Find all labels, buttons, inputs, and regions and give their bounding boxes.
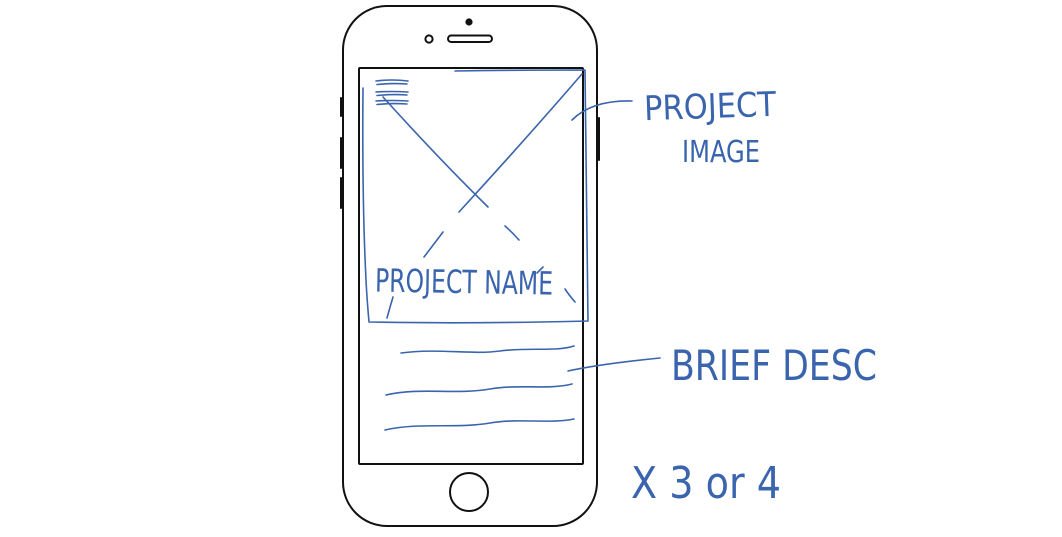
hamburger-menu-icon[interactable]	[375, 79, 409, 106]
label-multiplier: X 3 or 4	[631, 458, 781, 509]
label-project-name: PROJECT NAME	[375, 262, 554, 303]
brief-desc-lines	[384, 345, 575, 431]
desc-line-2	[385, 383, 573, 396]
desc-line-3	[384, 418, 575, 431]
desc-leader-line	[567, 357, 661, 372]
speaker-icon	[447, 34, 493, 43]
label-project-image-line2: IMAGE	[682, 135, 760, 170]
label-brief-desc: BRIEF DESC	[671, 341, 877, 390]
ink-sketch	[362, 69, 661, 431]
wireframe-sketch: PROJECT IMAGE PROJECT NAME BRIEF DESC X …	[340, 5, 877, 527]
annotations: PROJECT IMAGE PROJECT NAME BRIEF DESC X …	[375, 85, 877, 509]
image-leader-line	[571, 100, 633, 121]
desc-line-1	[400, 345, 575, 354]
home-button-icon[interactable]	[449, 472, 489, 512]
front-camera-icon	[424, 34, 434, 44]
proximity-sensor	[465, 18, 473, 26]
label-project-image-line1: PROJECT	[643, 85, 777, 130]
